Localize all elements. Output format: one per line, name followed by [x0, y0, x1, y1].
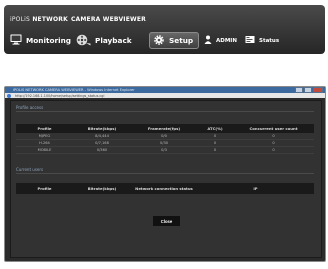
- current-users-heading: Current users: [16, 167, 44, 172]
- divider: [16, 111, 314, 112]
- profile-access-table: Profile Bitrate(kbps) Framerate(fps) ATC…: [16, 124, 314, 154]
- menu-status[interactable]: Status: [245, 32, 279, 49]
- column-header: Profile: [16, 183, 73, 194]
- table-row: MOBILE 0/360 0/3 0 0: [16, 146, 314, 154]
- gear-icon: [153, 34, 165, 48]
- table-header-row: Profile Bitrate(kbps) Framerate(fps) ATC…: [16, 124, 314, 133]
- address-bar[interactable]: http://192.168.1.100/home/setup/settings…: [5, 93, 325, 98]
- cell: 0: [197, 146, 233, 154]
- user-icon: [204, 35, 212, 46]
- menu-monitoring[interactable]: Monitoring: [10, 32, 71, 49]
- column-header: IP: [197, 183, 314, 194]
- column-header: Bitrate(kbps): [73, 183, 131, 194]
- close-button[interactable]: Close: [153, 216, 180, 226]
- cell: 0/3: [131, 146, 197, 154]
- status-panel: Profile access Profile Bitrate(kbps) Fra…: [10, 100, 322, 258]
- column-header: Bitrate(kbps): [73, 124, 131, 133]
- table-row: H.264 0/7,168 0/30 0 0: [16, 139, 314, 147]
- menu-admin[interactable]: ADMIN: [204, 32, 237, 49]
- menu-playback-label: Playback: [95, 36, 132, 45]
- film-reel-icon: [76, 34, 91, 48]
- menu-admin-label: ADMIN: [216, 37, 237, 44]
- monitor-icon: [10, 34, 22, 47]
- column-header: Network connection status: [131, 183, 197, 194]
- brand-logo: iPOLiS NETWORK CAMERA WEBVIEWER: [10, 15, 146, 24]
- cell: 0/30: [131, 139, 197, 147]
- current-users-table: Profile Bitrate(kbps) Network connection…: [16, 183, 314, 194]
- menu-setup[interactable]: Setup: [149, 32, 200, 49]
- column-header: Profile: [16, 124, 73, 133]
- status-popup-window: iPOLiS NETWORK CAMERA WEBVIEWER - Window…: [4, 86, 326, 262]
- menu-status-label: Status: [259, 37, 280, 44]
- menu-playback[interactable]: Playback: [76, 32, 132, 49]
- window-title: iPOLiS NETWORK CAMERA WEBVIEWER - Window…: [13, 88, 135, 92]
- menu-setup-label: Setup: [169, 36, 194, 45]
- cell: 0/7,168: [73, 139, 131, 147]
- brand-rest: CAMERA WEBVIEWER: [70, 16, 146, 23]
- cell: MOBILE: [16, 146, 73, 154]
- main-menu: Monitoring Playback Setup ADMIN Status: [4, 29, 325, 52]
- column-header: ATC(%): [197, 124, 233, 133]
- browser-icon: [7, 93, 11, 98]
- brand-prefix: iPOLiS: [10, 16, 31, 23]
- profile-access-heading: Profile access: [16, 105, 44, 110]
- cell: 0/360: [73, 146, 131, 154]
- address-url: http://192.168.1.100/home/setup/settings…: [15, 93, 105, 98]
- cell: 0: [233, 146, 314, 154]
- webviewer-header: iPOLiS NETWORK CAMERA WEBVIEWER Monitorin…: [4, 5, 325, 54]
- column-header: Concurrent user count: [233, 124, 314, 133]
- status-icon: [245, 35, 255, 46]
- column-header: Framerate(fps): [131, 124, 197, 133]
- brand-network: NETWORK: [32, 16, 68, 23]
- divider: [16, 173, 314, 174]
- cell: H.264: [16, 139, 73, 147]
- menu-monitoring-label: Monitoring: [26, 36, 71, 45]
- cell: 0: [197, 139, 233, 147]
- table-header-row: Profile Bitrate(kbps) Network connection…: [16, 183, 314, 194]
- cell: 0: [233, 139, 314, 147]
